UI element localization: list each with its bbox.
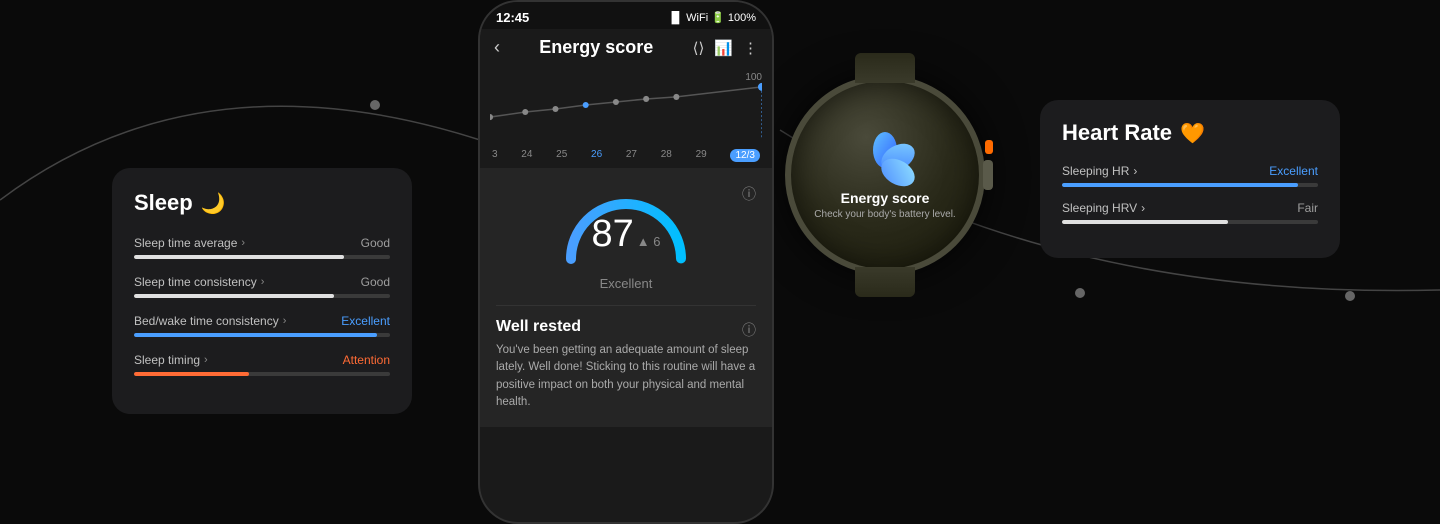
metric-sleep-timing: Sleep timing › Attention: [134, 353, 390, 376]
metric-label-bedwake[interactable]: Bed/wake time consistency ›: [134, 314, 286, 328]
share-icon[interactable]: ⟨⟩: [693, 39, 705, 57]
metric-value-sleep-time-avg: Good: [361, 236, 390, 250]
watch-subtitle: Check your body's battery level.: [814, 209, 955, 220]
metric-value-sleeping-hr: Excellent: [1269, 164, 1318, 178]
progress-bar-bg: [134, 372, 390, 376]
phone-header-icons: ⟨⟩ 📊 ⋮: [693, 39, 758, 57]
metric-sleep-time-consistency: Sleep time consistency › Good: [134, 275, 390, 298]
metric-value-bedwake: Excellent: [341, 314, 390, 328]
metric-bedwake-consistency: Bed/wake time consistency › Excellent: [134, 314, 390, 337]
heartrate-card-title: Heart Rate 🧡: [1062, 120, 1318, 146]
sleep-title-text: Sleep: [134, 190, 193, 216]
metric-label-sleeping-hr[interactable]: Sleeping HR ›: [1062, 164, 1137, 178]
score-section: ⓘ 87 ▲ 6: [480, 168, 772, 427]
progress-bar-bg: [134, 255, 390, 259]
signal-icon: ▐▌: [668, 12, 684, 24]
watch-band-top: [855, 53, 915, 83]
metric-sleep-time-average: Sleep time average › Good: [134, 236, 390, 259]
metric-sleeping-hrv: Sleeping HRV › Fair: [1062, 201, 1318, 224]
chevron-right-icon: ›: [241, 237, 245, 249]
watch-crown: [983, 160, 993, 190]
info-icon-2[interactable]: ⓘ: [742, 320, 756, 340]
battery-label: 100%: [728, 12, 756, 24]
progress-bar-fill: [134, 255, 344, 259]
watch-title: Energy score: [841, 190, 930, 206]
heartrate-card: Heart Rate 🧡 Sleeping HR › Excellent Sle…: [1040, 100, 1340, 258]
progress-bar-fill: [134, 294, 334, 298]
well-rested-section: Well rested ⓘ You've been getting an ade…: [496, 305, 756, 411]
sleep-card: Sleep 🌙 Sleep time average › Good Sleep …: [112, 168, 412, 414]
status-time: 12:45: [496, 10, 529, 25]
chart-date: 28: [661, 149, 672, 162]
chart-svg: [490, 72, 762, 142]
chevron-right-icon: ›: [1133, 164, 1137, 178]
watch-container: Energy score Check your body's battery l…: [770, 60, 1000, 290]
phone-status-bar: 12:45 ▐▌ WiFi 🔋 100%: [480, 2, 772, 29]
status-icons: ▐▌ WiFi 🔋 100%: [668, 11, 756, 24]
watch-body: Energy score Check your body's battery l…: [785, 75, 985, 275]
chart-date: 26: [591, 149, 602, 162]
phone-app-header: ‹ Energy score ⟨⟩ 📊 ⋮: [480, 29, 772, 68]
chevron-right-icon: ›: [204, 354, 208, 366]
phone-mockup: 12:45 ▐▌ WiFi 🔋 100% ‹ Energy score ⟨⟩ 📊…: [478, 0, 774, 524]
metric-label-sleep-time-avg[interactable]: Sleep time average ›: [134, 236, 245, 250]
progress-bar-bg: [134, 333, 390, 337]
metric-value-sleep-time-cons: Good: [361, 275, 390, 289]
progress-bar-fill: [134, 372, 249, 376]
battery-icon: 🔋: [711, 11, 725, 24]
sleep-moon-icon: 🌙: [201, 191, 226, 216]
well-rested-title: Well rested: [496, 318, 581, 336]
score-gauge-area: ⓘ 87 ▲ 6: [496, 184, 756, 264]
chart-date: 29: [696, 149, 707, 162]
progress-bar-bg: [134, 294, 390, 298]
metric-label-sleep-timing[interactable]: Sleep timing ›: [134, 353, 208, 367]
hr-bar-bg: [1062, 220, 1318, 224]
phone-chart-area: 100 3 24 25 26 27 28 29 1: [480, 68, 772, 168]
chart-icon[interactable]: 📊: [714, 39, 733, 57]
metric-label-sleep-time-cons[interactable]: Sleep time consistency ›: [134, 275, 264, 289]
chevron-right-icon: ›: [283, 315, 287, 327]
chart-max-label: 100: [745, 72, 762, 83]
chart-date: 3: [492, 149, 498, 162]
chart-date: 27: [626, 149, 637, 162]
chart-date: 24: [521, 149, 532, 162]
sleep-card-title: Sleep 🌙: [134, 190, 390, 216]
heart-icon: 🧡: [1180, 121, 1205, 146]
progress-bar-fill: [134, 333, 377, 337]
score-label: Excellent: [496, 276, 756, 291]
phone-header-title: Energy score: [500, 37, 693, 58]
metric-value-sleep-timing: Attention: [343, 353, 390, 367]
metric-label-sleeping-hrv[interactable]: Sleeping HRV ›: [1062, 201, 1145, 215]
watch-flower-icon: [850, 130, 920, 190]
more-icon[interactable]: ⋮: [743, 39, 758, 57]
heartrate-title-text: Heart Rate: [1062, 120, 1172, 146]
well-rested-text: You've been getting an adequate amount o…: [496, 342, 756, 411]
chart-date-active: 12/3: [730, 149, 759, 162]
info-icon[interactable]: ⓘ: [742, 184, 756, 204]
wifi-icon: WiFi: [686, 12, 708, 24]
metric-sleeping-hr: Sleeping HR › Excellent: [1062, 164, 1318, 187]
watch-band-bottom: [855, 267, 915, 297]
hr-bar-fill: [1062, 183, 1298, 187]
phone-body: 12:45 ▐▌ WiFi 🔋 100% ‹ Energy score ⟨⟩ 📊…: [478, 0, 774, 524]
chart-dates: 3 24 25 26 27 28 29 12/3: [490, 149, 762, 162]
score-delta: ▲ 6: [637, 234, 661, 249]
score-number: 87 ▲ 6: [592, 213, 661, 256]
chevron-right-icon: ›: [261, 276, 265, 288]
hr-bar-bg: [1062, 183, 1318, 187]
chevron-right-icon: ›: [1141, 201, 1145, 215]
watch-button: [985, 140, 993, 154]
score-value: 87: [592, 213, 634, 256]
hr-bar-fill: [1062, 220, 1228, 224]
metric-value-sleeping-hrv: Fair: [1297, 201, 1318, 215]
chart-date: 25: [556, 149, 567, 162]
